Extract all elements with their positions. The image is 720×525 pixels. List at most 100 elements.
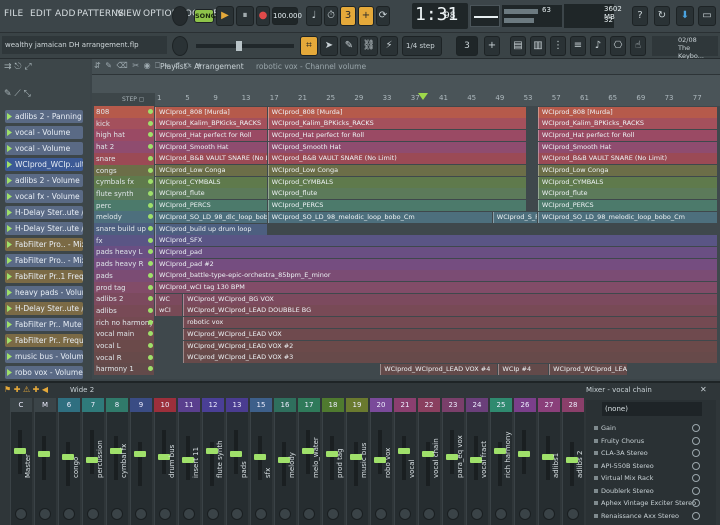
- mixer-track-number[interactable]: 19: [346, 398, 368, 412]
- pan-knob[interactable]: [447, 508, 459, 520]
- plugin-icon[interactable]: ⚡: [380, 36, 398, 56]
- playlist-clip[interactable]: WCIprod_CYMBALS: [155, 176, 267, 188]
- piano-roll-icon[interactable]: ▥: [530, 36, 546, 56]
- pan-knob[interactable]: [375, 508, 387, 520]
- mixer-fader[interactable]: [354, 442, 358, 486]
- countdown-icon[interactable]: 3: [340, 6, 356, 26]
- playlist-clip[interactable]: WCIprod_SO_LD_98_melodic_loop_bobo_Cm: [537, 211, 717, 223]
- track-header[interactable]: snare: [94, 152, 154, 165]
- snap-select[interactable]: 1/4 step: [402, 36, 442, 56]
- playlist-clip[interactable]: WCIprod_Smooth Hat: [155, 141, 267, 153]
- playlist-clip[interactable]: WCIprod_808 [Murda]: [537, 106, 717, 118]
- automation-clip-item[interactable]: vocal - Volume: [5, 126, 83, 139]
- playlist-clip[interactable]: WCIprod_WCIprod_LEAD VOX #4: [380, 363, 498, 375]
- playlist-clip[interactable]: WCIprod_build up drum loop: [155, 223, 267, 235]
- mixer-fader[interactable]: [162, 430, 166, 474]
- automation-clip-item[interactable]: robo vox - Volume: [5, 366, 83, 379]
- pan-knob[interactable]: [399, 508, 411, 520]
- mixer-track-number[interactable]: 12: [202, 398, 224, 412]
- playlist-clip[interactable]: WCIprod_Kalim_BPKicks_RACKS: [537, 118, 717, 130]
- mixer-fader[interactable]: [402, 436, 406, 480]
- fx-mix-knob[interactable]: [692, 474, 700, 482]
- playlist-clip[interactable]: WCIprod_Low Conga: [267, 165, 526, 176]
- track-header[interactable]: vocal R: [94, 351, 154, 364]
- playlist-clip[interactable]: WCIprod_Hat perfect for Roll: [155, 129, 267, 141]
- track-mute-led[interactable]: [148, 272, 153, 278]
- mixer-fx-slot[interactable]: Gain: [592, 423, 697, 433]
- mixer-fader[interactable]: [90, 430, 94, 474]
- track-mute-led[interactable]: [148, 343, 153, 348]
- playlist-clip[interactable]: WCIprod_Smooth Hat: [267, 141, 526, 153]
- track-header[interactable]: vocal L: [94, 340, 154, 352]
- fx-mix-knob[interactable]: [692, 449, 700, 457]
- fader-handle[interactable]: [230, 451, 242, 457]
- pitch-knob[interactable]: [172, 36, 188, 56]
- automation-clip-item[interactable]: heavy pads - Volume: [5, 286, 83, 299]
- track-mute-led[interactable]: [148, 284, 153, 290]
- automation-clip-item[interactable]: vocal - Volume: [5, 142, 83, 155]
- playlist-clip[interactable]: robotic vox: [183, 317, 717, 329]
- track-mute-led[interactable]: [148, 120, 153, 126]
- pan-knob[interactable]: [303, 508, 315, 520]
- update-icon[interactable]: ⬇: [676, 6, 694, 26]
- track-mute-led[interactable]: [148, 190, 153, 196]
- mixer-fx-slot[interactable]: API-550B Stereo: [592, 461, 697, 471]
- playlist-clip[interactable]: WCIprod_CYMBALS: [267, 176, 526, 188]
- fader-handle[interactable]: [398, 448, 410, 454]
- automation-clip-item[interactable]: music bus - Volume: [5, 350, 83, 363]
- add-pattern-icon[interactable]: +: [484, 36, 500, 56]
- playlist-clip[interactable]: WCIprod_WCIprod_LEAD DOUBBLE BG: [183, 305, 717, 317]
- play-icon[interactable]: ▶: [216, 6, 234, 26]
- mixer-track-number[interactable]: 8: [106, 398, 128, 412]
- pan-knob[interactable]: [351, 508, 363, 520]
- mixer-track-number[interactable]: 24: [466, 398, 488, 412]
- automation-clip-item[interactable]: FabFilter Pro.. - Mix level: [5, 238, 83, 251]
- track-header[interactable]: congs: [94, 164, 154, 177]
- track-header[interactable]: adlibs 2: [94, 293, 154, 306]
- mixer-fader[interactable]: [42, 436, 46, 480]
- track-header[interactable]: prod tag: [94, 281, 154, 294]
- track-mute-led[interactable]: [148, 319, 153, 325]
- mixer-fx-slot[interactable]: CLA-3A Stereo: [592, 448, 697, 458]
- arrow-icon[interactable]: ➤: [320, 36, 338, 56]
- fx-mix-knob[interactable]: [692, 436, 700, 445]
- track-header[interactable]: perc: [94, 199, 154, 212]
- mixer-fader[interactable]: [570, 442, 574, 486]
- mixer-track-number[interactable]: 18: [322, 398, 344, 412]
- fader-handle[interactable]: [134, 451, 146, 457]
- track-mute-led[interactable]: [148, 226, 153, 231]
- playlist-clip[interactable]: WCIprod_SO_LD_98_melodic_loop_bobo_Cm: [267, 211, 492, 223]
- mixer-track-number[interactable]: 22: [418, 398, 440, 412]
- wait-icon[interactable]: ⏱: [324, 6, 338, 26]
- playlist-clip[interactable]: WCIprod_CYMBALS: [537, 176, 717, 188]
- mixer-track-number[interactable]: 25: [490, 398, 512, 412]
- fx-mix-knob[interactable]: [692, 499, 700, 507]
- master-pitch-slider[interactable]: [196, 41, 294, 51]
- track-mute-led[interactable]: [148, 237, 153, 243]
- pan-knob[interactable]: [159, 508, 171, 520]
- playlist-clip[interactable]: WCIprod_Smooth Hat: [537, 141, 717, 153]
- mixer-track-number[interactable]: 7: [82, 398, 104, 412]
- playlist-clip[interactable]: WCIprod_Hat perfect for Roll: [537, 129, 717, 141]
- pan-knob[interactable]: [135, 508, 147, 520]
- track-mute-led[interactable]: [148, 202, 153, 208]
- mixer-fader[interactable]: [378, 430, 382, 474]
- browser-icon[interactable]: ♪: [590, 36, 606, 56]
- track-header[interactable]: pads heavy R: [94, 258, 154, 271]
- menu-edit[interactable]: EDIT: [30, 9, 52, 19]
- help-icon[interactable]: ?: [632, 6, 648, 26]
- mixer-track-number[interactable]: 10: [154, 398, 176, 412]
- pan-knob[interactable]: [471, 508, 483, 520]
- playlist-clip[interactable]: WCIprod_B&B VAULT SNARE (No Limit): [267, 153, 526, 165]
- mixer-close-icon[interactable]: ✕: [700, 385, 707, 394]
- track-header[interactable]: hat 2: [94, 141, 154, 154]
- mixer-track-number[interactable]: 6: [58, 398, 80, 412]
- mixer-fader[interactable]: [330, 436, 334, 480]
- track-header[interactable]: harmony 1: [94, 363, 154, 376]
- mixer-track-number[interactable]: 17: [298, 398, 320, 412]
- track-header[interactable]: cymbals fx: [94, 176, 154, 189]
- track-header[interactable]: rich no harmony: [94, 316, 154, 329]
- refresh-icon[interactable]: ↻: [654, 6, 670, 26]
- playlist-clip[interactable]: WCIprod_flute: [155, 188, 267, 200]
- playlist-clip[interactable]: WCIprod_Low Conga: [537, 165, 717, 176]
